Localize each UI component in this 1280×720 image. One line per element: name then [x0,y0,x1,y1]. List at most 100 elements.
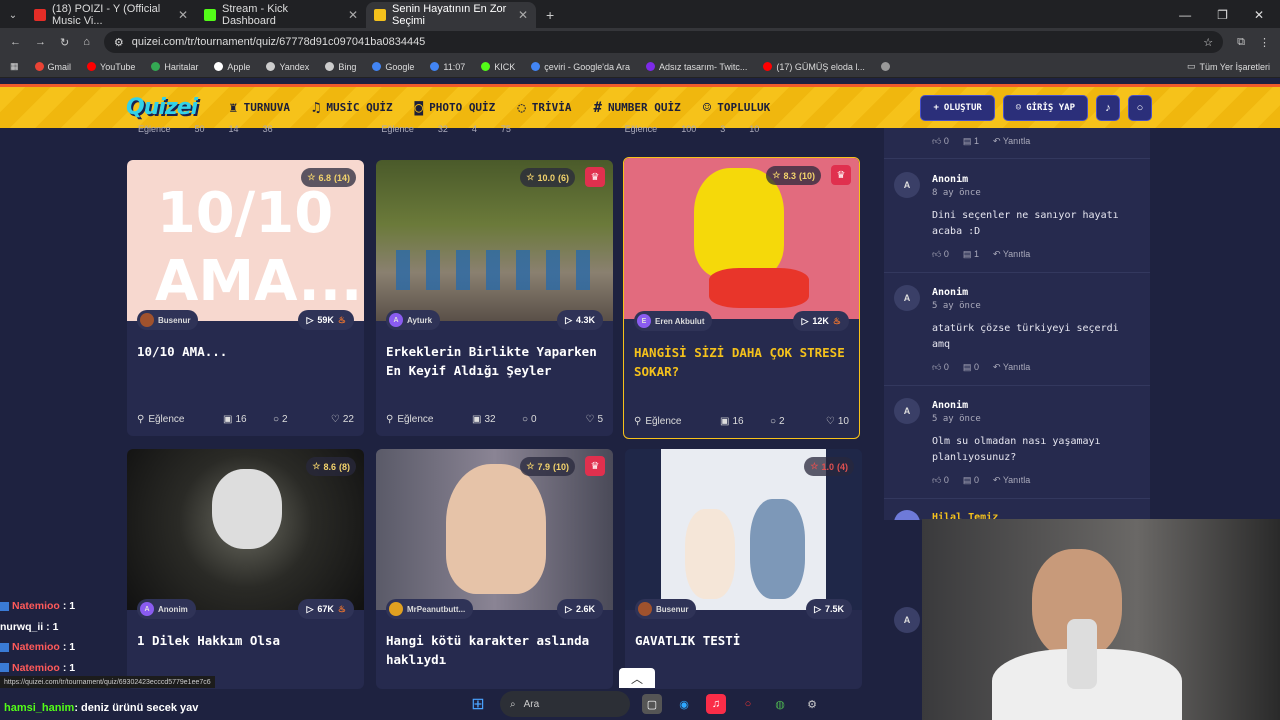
menu-icon[interactable]: ⋮ [1259,36,1270,49]
author-chip[interactable]: Busenur [635,599,697,619]
nav-trivia[interactable]: ◌ TRİVİA [517,100,571,116]
close-icon[interactable]: ✕ [348,8,358,22]
bookmark-apple[interactable]: Apple [214,62,250,72]
bookmark-yandex[interactable]: Yandex [266,62,309,72]
settings-icon[interactable]: ⚙ [802,694,822,714]
author-chip[interactable]: A Anonim [137,599,196,619]
nav-photo-quiz[interactable]: ◙ PHOTO QUİZ [415,100,496,116]
quiz-title[interactable]: 10/10 AMA... [137,342,354,361]
category[interactable]: ⚲ Eğlence [386,414,472,425]
close-icon[interactable]: ✕ [518,8,528,22]
chat-text: : deniz ürünü secek yav [74,702,199,714]
bookmark-maps[interactable]: Haritalar [151,62,198,72]
nav-number-quiz[interactable]: # NUMBER QUİZ [594,100,681,116]
nav-topluluk[interactable]: ☺ TOPLULUK [703,100,770,116]
author-chip[interactable]: A Ayturk [386,310,441,330]
quiz-card[interactable]: 10/10 AMA... ☆ 6.8 (14) Busenur ▷ 59K ♨ 10/1… [127,160,364,436]
search-button[interactable]: ○ [1128,94,1152,121]
replies-button[interactable]: ▤ 1 [963,249,979,260]
star-icon[interactable]: ☆ [1203,36,1213,49]
extensions-icon[interactable]: ⧉ [1237,36,1245,49]
chat-message: Natemioo: 1 [0,658,130,679]
chat-user: nurwq_ii [0,620,44,633]
browser-tab-youtube[interactable]: (18) POIZI - Y (Official Music Vi... ✕ [26,2,196,28]
back-icon[interactable]: ← [10,36,21,48]
replies-button[interactable]: ▤ 1 [963,136,979,147]
music-app-icon[interactable]: ♫ [706,694,726,714]
quiz-title[interactable]: HANGİSİ SİZİ DAHA ÇOK STRESE SOKAR? [634,343,849,381]
quiz-card[interactable]: ☆ 10.0 (6) ♛ A Ayturk ▷ 4.3K Erkeklerin Birl… [376,160,613,436]
windows-start-icon[interactable]: ⊞ [468,694,488,714]
tab-search-icon[interactable]: ⌄ [0,2,26,28]
quiz-title[interactable]: Erkeklerin Birlikte Yaparken En Keyif Al… [386,342,603,380]
bookmark-globe[interactable] [880,62,890,71]
maximize-icon[interactable]: ❐ [1217,8,1228,22]
plays-count: 67K [317,604,334,614]
category[interactable]: ⚲ Eğlence [634,416,720,427]
bookmark-ceviri[interactable]: çeviri - Google'da Ara [531,62,630,72]
bookmark-google[interactable]: Google [372,62,414,72]
like-stat[interactable]: ♡ 10 [826,416,849,427]
category[interactable]: ⚲ Eğlence [137,414,223,425]
apps-icon[interactable]: ▦ [10,61,19,72]
like-button[interactable]: 👍︎ 0 [932,136,949,147]
login-button[interactable]: ☺ GİRİŞ YAP [1002,94,1088,121]
like-button[interactable]: 👍︎ 0 [932,249,949,260]
quiz-card[interactable]: ☆ 8.6 (8) A Anonim ▷ 67K ♨ 1 Dilek Hakkım Ols… [127,449,364,689]
chat-text: : 1 [46,620,59,633]
site-info-icon[interactable]: ⚙ [114,36,124,49]
author-chip[interactable]: E Eren Akbulut [634,311,713,331]
replies-button[interactable]: ▤ 0 [963,362,979,373]
task-view-icon[interactable]: ▢ [642,694,662,714]
site-logo[interactable]: Quizei [126,95,198,120]
like-button[interactable]: 👍︎ 0 [932,475,949,486]
bookmark-gumus[interactable]: (17) GÜMÜŞ eloda l... [763,62,865,72]
browser-tab-kick[interactable]: Stream - Kick Dashboard ✕ [196,2,366,28]
bookmark-time[interactable]: 11:07 [430,62,465,72]
author-chip[interactable]: MrPeanutbutt... [386,599,474,619]
browser-tab-quizei[interactable]: Senin Hayatının En Zor Seçimi ✕ [366,2,536,28]
bookmark-youtube[interactable]: YouTube [87,62,135,72]
chrome-icon[interactable]: ◍ [770,694,790,714]
nav-music-quiz[interactable]: ♫ MUSİC QUİZ [312,100,393,116]
opera-icon[interactable]: ○ [738,694,758,714]
reply-button[interactable]: ↶ Yanıtla [993,362,1030,373]
like-count: 0 [943,475,949,485]
quiz-title[interactable]: GAVATLIK TESTİ [635,631,852,650]
reload-icon[interactable]: ↻ [60,36,69,49]
quiz-title[interactable]: Hangi kötü karakter aslında haklıydı [386,631,603,669]
url-field[interactable]: ⚙ quizei.com/tr/tournament/quiz/67778d91c… [103,31,1224,53]
bookmark-canva[interactable]: Adsız tasarım- Twitc... [646,62,747,72]
close-icon[interactable]: ✕ [178,8,188,22]
author-chip[interactable]: Busenur [137,310,199,330]
quiz-card[interactable]: ☆ 1.0 (4) Busenur ▷ 7.5K GAVATLIK TESTİ [625,449,862,689]
home-icon[interactable]: ⌂ [83,36,90,48]
reply-button[interactable]: ↶ Yanıtla [993,475,1030,486]
like-stat[interactable]: ♡ 5 [585,414,603,425]
reply-label: Yanıtla [1002,249,1031,259]
like-stat[interactable]: ♡ 22 [331,414,354,425]
minimize-icon[interactable]: — [1179,8,1191,22]
notification-button[interactable]: ♪ [1096,94,1120,121]
scroll-up-button[interactable]: ︿ [619,668,655,688]
bookmark-kick[interactable]: KICK [481,62,515,72]
forward-icon[interactable]: → [35,36,46,48]
edge-icon[interactable]: ◉ [674,694,694,714]
create-button[interactable]: + OLUŞTUR [920,94,995,121]
quiz-card[interactable]: ☆ 7.9 (10) ♛ MrPeanutbutt... ▷ 2.6K Hangi k… [376,449,613,689]
nav-turnuva[interactable]: ♜ TURNUVA [229,100,290,116]
quiz-thumbnail [376,449,613,610]
divider [884,272,1150,273]
new-tab-button[interactable]: + [536,2,564,28]
close-window-icon[interactable]: ✕ [1254,8,1264,22]
quiz-title[interactable]: 1 Dilek Hakkım Olsa [137,631,354,650]
reply-button[interactable]: ↶ Yanıtla [993,136,1030,147]
reply-button[interactable]: ↶ Yanıtla [993,249,1030,260]
taskbar-search[interactable]: ⌕ Ara [500,691,630,717]
like-button[interactable]: 👍︎ 0 [932,362,949,373]
bookmark-bing[interactable]: Bing [325,62,356,72]
bookmark-gmail[interactable]: Gmail [34,62,71,72]
all-bookmarks[interactable]: ▭ Tüm Yer İşaretleri [1187,61,1270,72]
quiz-card[interactable]: ☆ 8.3 (10) ♛ E Eren Akbulut ▷ 12K ♨ HANGİSİ S… [623,157,860,439]
replies-button[interactable]: ▤ 0 [963,475,979,486]
